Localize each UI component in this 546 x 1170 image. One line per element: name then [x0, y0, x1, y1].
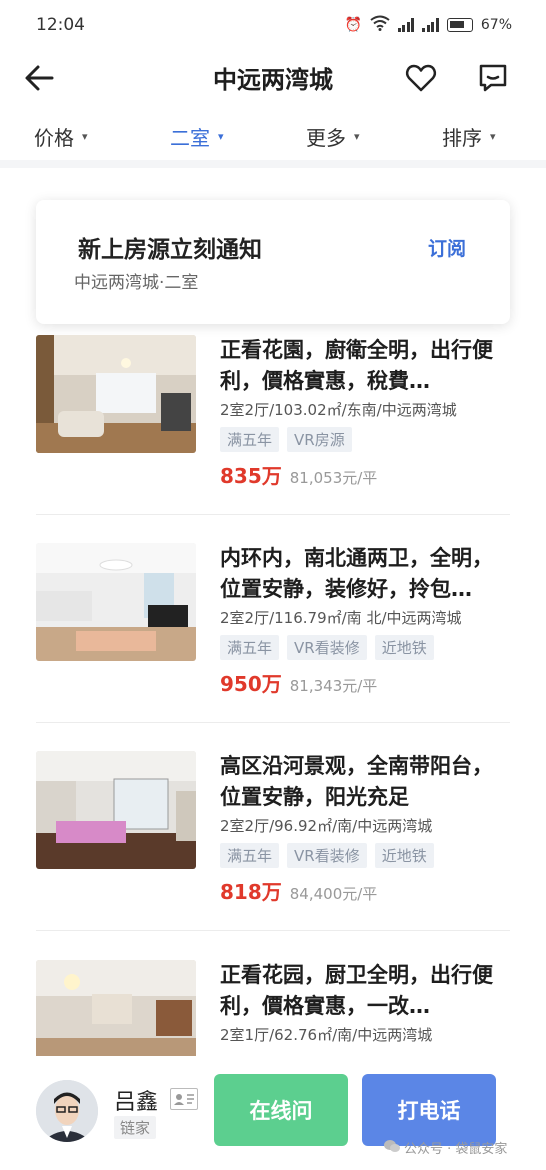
- chevron-down-icon: ▾: [218, 130, 224, 143]
- listing-meta: 2室1厅/62.76㎡/南/中远两湾城: [220, 1026, 433, 1044]
- tag: VR看装修: [287, 635, 367, 660]
- divider: [36, 722, 510, 723]
- battery-icon: [446, 18, 473, 32]
- listing-item[interactable]: 正看花園，廚衛全明，出行便利，價格實惠，稅費… 2室2厅/103.02㎡/东南/…: [36, 335, 510, 488]
- listing-photo: [36, 960, 196, 1056]
- tag: 满五年: [220, 427, 280, 452]
- business-card-icon[interactable]: [170, 1088, 198, 1110]
- header: 中远两湾城: [0, 50, 546, 106]
- divider: [36, 930, 510, 931]
- listing-item[interactable]: 正看花园，厨卫全明，出行便利，價格實惠，一改… 2室1厅/62.76㎡/南/中远…: [36, 960, 510, 1056]
- subscribe-title: 新上房源立刻通知: [78, 237, 262, 263]
- alarm-icon: ⏰: [344, 17, 362, 33]
- listing-title: 高区沿河景观，全南带阳台，位置安静，阳光充足: [220, 754, 493, 809]
- listing-photo: [36, 751, 196, 869]
- message-button[interactable]: [476, 61, 510, 95]
- status-time: 12:04: [36, 15, 85, 35]
- wechat-icon: [384, 1139, 400, 1157]
- listing-tags: 满五年 VR看装修 近地铁: [220, 843, 434, 868]
- battery-level: 67%: [480, 17, 512, 33]
- filter-more[interactable]: 更多 ▾: [306, 122, 360, 151]
- unit-price: 84,400元/平: [289, 885, 378, 903]
- price-row: 835万 81,053元/平: [220, 460, 377, 489]
- call-button[interactable]: 打电话: [362, 1074, 496, 1146]
- signal-5g-icon: [397, 18, 415, 32]
- listing-title: 正看花園，廚衛全明，出行便利，價格實惠，稅費…: [220, 338, 493, 393]
- listing-photo: [36, 543, 196, 661]
- tag: 近地铁: [374, 635, 434, 660]
- filter-price[interactable]: 价格 ▾: [34, 122, 88, 151]
- listing-tags: 满五年 VR房源: [220, 427, 352, 452]
- agent-avatar[interactable]: [36, 1080, 98, 1142]
- watermark: 公众号 · 袋鼠安家: [384, 1138, 507, 1157]
- listing-tags: 满五年 VR看装修 近地铁: [220, 635, 434, 660]
- chevron-down-icon: ▾: [490, 130, 496, 143]
- signal-4g-icon: [422, 18, 439, 32]
- wifi-icon: [370, 15, 390, 35]
- agent-company: 链家: [114, 1116, 157, 1139]
- listing-title: 内环内，南北通两卫，全明，位置安静，装修好，拎包…: [220, 546, 493, 601]
- total-price: 950万: [220, 672, 282, 696]
- filter-label: 二室: [170, 126, 210, 150]
- listing-item[interactable]: 内环内，南北通两卫，全明，位置安静，装修好，拎包… 2室2厅/116.79㎡/南…: [36, 543, 510, 696]
- subscribe-button[interactable]: 订阅: [428, 234, 466, 261]
- tag: VR看装修: [287, 843, 367, 868]
- status-icons: ⏰ 67%: [344, 15, 512, 35]
- listing-meta: 2室2厅/116.79㎡/南 北/中远两湾城: [220, 609, 462, 627]
- tag: 满五年: [220, 635, 280, 660]
- listing-title: 正看花园，厨卫全明，出行便利，價格實惠，一改…: [220, 963, 493, 1018]
- online-chat-button[interactable]: 在线问: [214, 1074, 348, 1146]
- tag: 满五年: [220, 843, 280, 868]
- chevron-down-icon: ▾: [82, 130, 88, 143]
- subscribe-subtitle: 中远两湾城·二室: [74, 273, 199, 293]
- listing-meta: 2室2厅/103.02㎡/东南/中远两湾城: [220, 401, 457, 419]
- filter-rooms[interactable]: 二室 ▾: [170, 122, 224, 151]
- chevron-down-icon: ▾: [354, 130, 360, 143]
- divider: [0, 160, 546, 168]
- filter-bar: 价格 ▾ 二室 ▾ 更多 ▾ 排序 ▾: [0, 116, 546, 160]
- watermark-text: 公众号 · 袋鼠安家: [404, 1142, 508, 1157]
- status-bar: 12:04 ⏰ 67%: [0, 0, 546, 50]
- total-price: 835万: [220, 464, 282, 488]
- favorite-button[interactable]: [404, 61, 438, 95]
- agent-name: 吕鑫: [114, 1090, 159, 1115]
- filter-label: 更多: [306, 126, 346, 150]
- chat-bubble-icon: [479, 64, 507, 92]
- subscribe-card: 新上房源立刻通知 中远两湾城·二室 订阅: [36, 200, 510, 324]
- agent-bar: 吕鑫 链家 在线问 打电话 公众号 · 袋鼠安家: [0, 1056, 546, 1170]
- divider: [36, 514, 510, 515]
- heart-icon: [405, 64, 437, 92]
- unit-price: 81,343元/平: [289, 677, 378, 695]
- filter-label: 排序: [442, 126, 482, 150]
- filter-sort[interactable]: 排序 ▾: [442, 122, 496, 151]
- page-title: 中远两湾城: [213, 66, 333, 94]
- price-row: 818万 84,400元/平: [220, 876, 377, 905]
- total-price: 818万: [220, 880, 282, 904]
- listing-item[interactable]: 高区沿河景观，全南带阳台，位置安静，阳光充足 2室2厅/96.92㎡/南/中远两…: [36, 751, 510, 904]
- tag: 近地铁: [374, 843, 434, 868]
- tag: VR房源: [287, 427, 352, 452]
- listing-meta: 2室2厅/96.92㎡/南/中远两湾城: [220, 817, 433, 835]
- price-row: 950万 81,343元/平: [220, 668, 377, 697]
- filter-label: 价格: [34, 126, 74, 150]
- unit-price: 81,053元/平: [289, 469, 378, 487]
- listing-photo: [36, 335, 196, 453]
